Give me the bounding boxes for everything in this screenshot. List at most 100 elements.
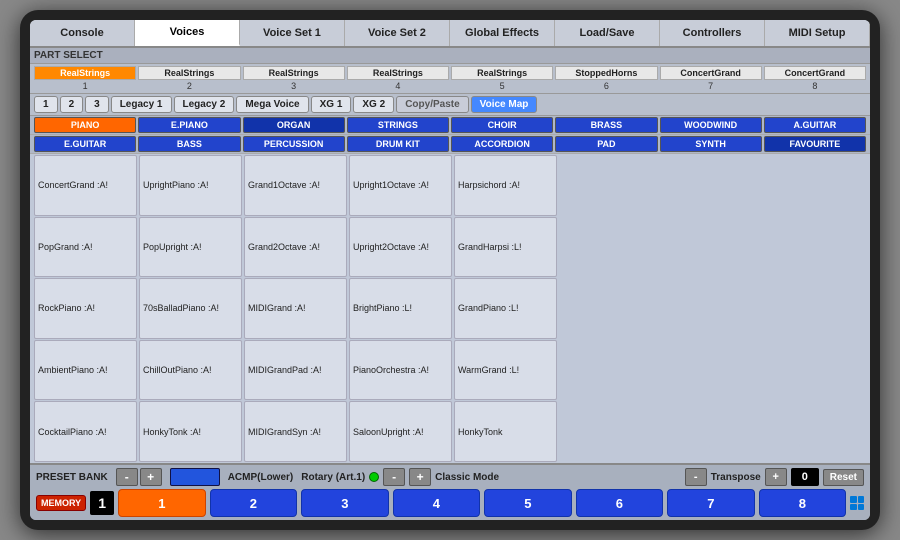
cat-drumkit[interactable]: DRUM KIT [347, 136, 449, 152]
tab-console[interactable]: Console [30, 20, 135, 46]
cat-organ[interactable]: ORGAN [243, 117, 345, 133]
cat-bass[interactable]: BASS [138, 136, 240, 152]
row-btn-voicemap[interactable]: Voice Map [471, 96, 538, 113]
cat-choir[interactable]: CHOIR [451, 117, 553, 133]
voice-cell-1-0[interactable]: PopGrand :A! [34, 217, 137, 278]
cat-favourite[interactable]: FAVOURITE [764, 136, 866, 152]
part-slot-num-3: 3 [291, 81, 296, 91]
bank-btn-8[interactable]: 8 [759, 489, 846, 517]
voice-cell-2-0[interactable]: RockPiano :A! [34, 278, 137, 339]
bank-btn-4[interactable]: 4 [393, 489, 480, 517]
transpose-plus-btn[interactable]: + [765, 468, 787, 486]
acmp-label: ACMP(Lower) [228, 472, 294, 483]
voice-cell-0-6 [662, 155, 763, 216]
voice-cell-0-0[interactable]: ConcertGrand :A! [34, 155, 137, 216]
part-slot-8[interactable]: ConcertGrand 8 [764, 66, 866, 91]
rotary-minus[interactable]: - [383, 468, 405, 486]
row-btn-3[interactable]: 3 [85, 96, 109, 113]
row-btn-copypaste[interactable]: Copy/Paste [396, 96, 468, 113]
cat-aguitar[interactable]: A.GUITAR [764, 117, 866, 133]
tab-controllers[interactable]: Controllers [660, 20, 765, 46]
cat-piano[interactable]: PIANO [34, 117, 136, 133]
part-slot-num-7: 7 [708, 81, 713, 91]
bank-btn-7[interactable]: 7 [667, 489, 754, 517]
voice-cell-0-1[interactable]: UprightPiano :A! [139, 155, 242, 216]
part-slot-3[interactable]: RealStrings 3 [243, 66, 345, 91]
bank-btn-2[interactable]: 2 [210, 489, 297, 517]
tab-voiceset2[interactable]: Voice Set 2 [345, 20, 450, 46]
row-btn-xg1[interactable]: XG 1 [311, 96, 352, 113]
bank-btn-5[interactable]: 5 [484, 489, 571, 517]
voice-cell-3-2[interactable]: MIDIGrandPad :A! [244, 340, 347, 401]
cat-synth[interactable]: SYNTH [660, 136, 762, 152]
row-btn-legacy2[interactable]: Legacy 2 [174, 96, 235, 113]
voice-cell-3-0[interactable]: AmbientPiano :A! [34, 340, 137, 401]
voice-cell-1-2[interactable]: Grand2Octave :A! [244, 217, 347, 278]
bank-number: 1 [90, 491, 114, 515]
voice-cell-3-1[interactable]: ChillOutPiano :A! [139, 340, 242, 401]
transpose-minus-btn[interactable]: - [685, 468, 707, 486]
cat-woodwind[interactable]: WOODWIND [660, 117, 762, 133]
voice-cell-3-4[interactable]: WarmGrand :L! [454, 340, 557, 401]
preset-plus-btn[interactable]: + [140, 468, 162, 486]
transpose-section: - Transpose + 0 Reset [685, 468, 864, 486]
cat-epiano[interactable]: E.PIANO [138, 117, 240, 133]
row-btn-megavoice[interactable]: Mega Voice [236, 96, 308, 113]
voice-cell-0-4[interactable]: Harpsichord :A! [454, 155, 557, 216]
memory-button[interactable]: MEMORY [36, 495, 86, 511]
cat-pad[interactable]: PAD [555, 136, 657, 152]
voice-cell-4-3[interactable]: SaloonUpright :A! [349, 401, 452, 462]
cat-percussion[interactable]: PERCUSSION [243, 136, 345, 152]
part-slot-5[interactable]: RealStrings 5 [451, 66, 553, 91]
voice-cell-4-4[interactable]: HonkyTonk [454, 401, 557, 462]
nav-tabs: Console Voices Voice Set 1 Voice Set 2 G… [30, 20, 870, 48]
transpose-label: Transpose [711, 472, 761, 483]
voice-cell-1-1[interactable]: PopUpright :A! [139, 217, 242, 278]
preset-blue-display [170, 468, 220, 486]
cat-accordion[interactable]: ACCORDION [451, 136, 553, 152]
voice-cell-0-2[interactable]: Grand1Octave :A! [244, 155, 347, 216]
cat-eguitar[interactable]: E.GUITAR [34, 136, 136, 152]
preset-top-row: PRESET BANK - + ACMP(Lower) Rotary (Art.… [36, 468, 864, 486]
tab-globalfx[interactable]: Global Effects [450, 20, 555, 46]
voice-cell-4-2[interactable]: MIDIGrandSyn :A! [244, 401, 347, 462]
reset-button[interactable]: Reset [823, 469, 864, 486]
bank-btn-1[interactable]: 1 [118, 489, 205, 517]
tab-voiceset1[interactable]: Voice Set 1 [240, 20, 345, 46]
classic-mode-label: Classic Mode [435, 472, 499, 483]
voice-cell-1-7 [765, 217, 866, 278]
category-row-2: E.GUITAR BASS PERCUSSION DRUM KIT ACCORD… [30, 135, 870, 154]
bank-btn-3[interactable]: 3 [301, 489, 388, 517]
voice-cell-1-4[interactable]: GrandHarpsi :L! [454, 217, 557, 278]
preset-minus-btn[interactable]: - [116, 468, 138, 486]
voice-cell-1-3[interactable]: Upright2Octave :A! [349, 217, 452, 278]
row-buttons: 1 2 3 Legacy 1 Legacy 2 Mega Voice XG 1 … [30, 94, 870, 116]
tab-voices[interactable]: Voices [135, 20, 240, 46]
part-select-label: PART SELECT [30, 48, 870, 64]
voice-cell-2-1[interactable]: 70sBalladPiano :A! [139, 278, 242, 339]
cat-strings[interactable]: STRINGS [347, 117, 449, 133]
voice-cell-2-2[interactable]: MIDIGrand :A! [244, 278, 347, 339]
part-slot-2[interactable]: RealStrings 2 [138, 66, 240, 91]
row-btn-2[interactable]: 2 [60, 96, 84, 113]
tab-loadsave[interactable]: Load/Save [555, 20, 660, 46]
voice-cell-4-1[interactable]: HonkyTonk :A! [139, 401, 242, 462]
part-slot-4[interactable]: RealStrings 4 [347, 66, 449, 91]
row-btn-legacy1[interactable]: Legacy 1 [111, 96, 172, 113]
part-slot-6[interactable]: StoppedHorns 6 [555, 66, 657, 91]
tab-midisetup[interactable]: MIDI Setup [765, 20, 870, 46]
row-btn-xg2[interactable]: XG 2 [353, 96, 394, 113]
voice-cell-2-3[interactable]: BrightPiano :L! [349, 278, 452, 339]
voice-cell-0-3[interactable]: Upright1Octave :A! [349, 155, 452, 216]
preset-bank: PRESET BANK - + ACMP(Lower) Rotary (Art.… [30, 463, 870, 520]
rotary-plus[interactable]: + [409, 468, 431, 486]
part-slot-1[interactable]: RealStrings 1 [34, 66, 136, 91]
voice-cell-2-4[interactable]: GrandPiano :L! [454, 278, 557, 339]
bank-btn-6[interactable]: 6 [576, 489, 663, 517]
row-btn-1[interactable]: 1 [34, 96, 58, 113]
voice-cell-4-0[interactable]: CocktailPiano :A! [34, 401, 137, 462]
part-slot-name-3: RealStrings [243, 66, 345, 80]
part-slot-7[interactable]: ConcertGrand 7 [660, 66, 762, 91]
voice-cell-3-3[interactable]: PianoOrchestra :A! [349, 340, 452, 401]
cat-brass[interactable]: BRASS [555, 117, 657, 133]
